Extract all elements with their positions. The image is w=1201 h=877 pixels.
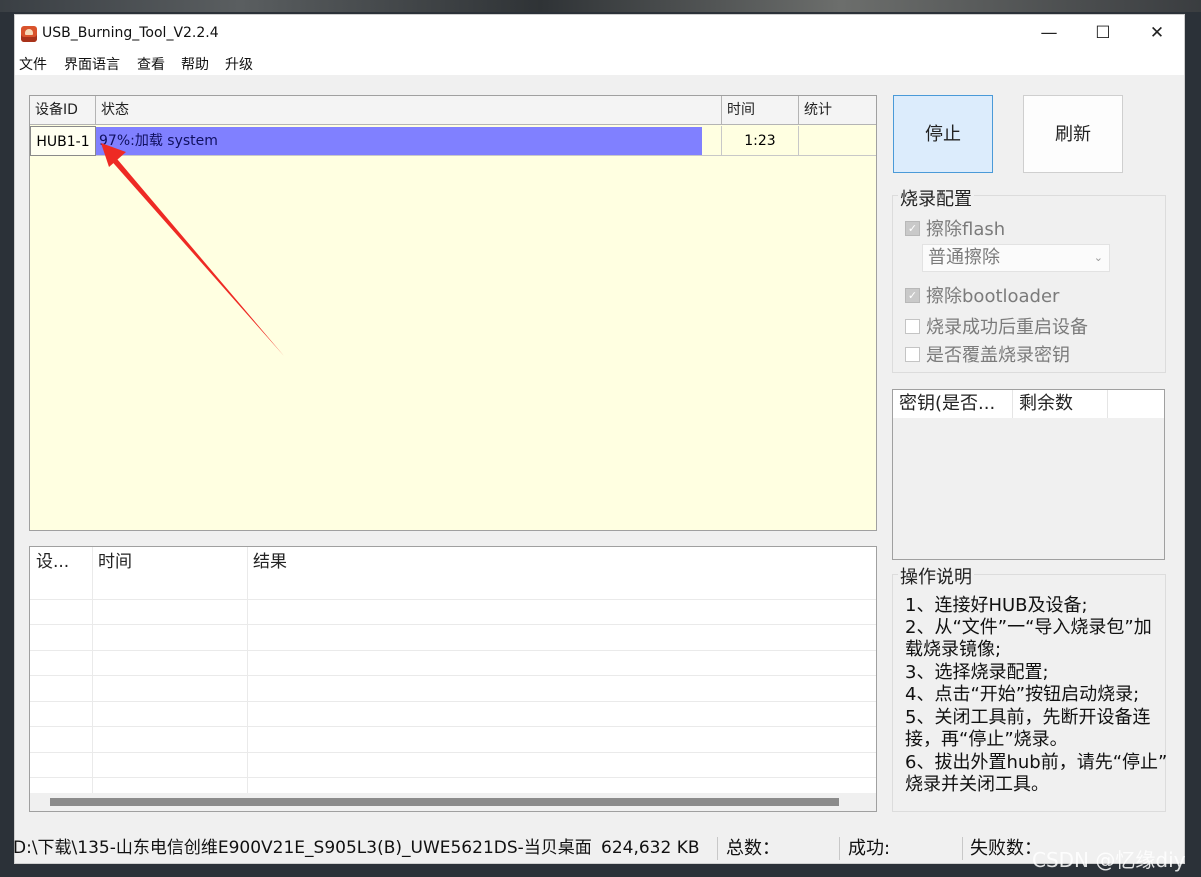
- scrollbar-thumb[interactable]: [50, 798, 839, 806]
- log-row-line: [30, 726, 876, 727]
- log-divider: [92, 547, 93, 795]
- overwrite-key-option[interactable]: 是否覆盖烧录密钥: [905, 341, 1070, 366]
- instruction-line: 烧录并关闭工具。: [905, 774, 1049, 795]
- log-divider: [247, 547, 248, 795]
- menu-view[interactable]: 查看: [137, 54, 165, 74]
- erase-bootloader-option[interactable]: ✓ 擦除bootloader: [905, 282, 1060, 307]
- refresh-button[interactable]: 刷新: [1023, 95, 1123, 173]
- device-grid[interactable]: 设备ID 状态 时间 统计 HUB1-1 97%:加载 system 1:23: [29, 95, 877, 531]
- log-row-line: [30, 777, 876, 778]
- watermark: CSDN @忆缘diy: [1032, 848, 1186, 872]
- log-row-line: [30, 599, 876, 600]
- log-grid[interactable]: 设... 时间 结果: [29, 546, 877, 812]
- close-icon[interactable]: ✕: [1130, 15, 1184, 51]
- log-col-device[interactable]: 设...: [30, 547, 92, 577]
- menu-help[interactable]: 帮助: [181, 54, 209, 74]
- overwrite-key-label: 是否覆盖烧录密钥: [926, 345, 1070, 366]
- app-window: USB_Burning_Tool_V2.2.4 — ☐ ✕ 文件 界面语言 查看…: [13, 14, 1185, 864]
- erase-bootloader-label: 擦除bootloader: [926, 286, 1060, 307]
- maximize-icon[interactable]: ☐: [1076, 15, 1130, 51]
- status-file-size: 624,632 KB: [601, 838, 700, 858]
- log-row-line: [30, 624, 876, 625]
- menu-file[interactable]: 文件: [19, 54, 47, 74]
- window-title: USB_Burning_Tool_V2.2.4: [42, 25, 219, 41]
- log-col-time[interactable]: 时间: [92, 547, 247, 577]
- status-separator: [962, 837, 963, 860]
- key-col-remaining[interactable]: 剩余数: [1013, 390, 1108, 418]
- menu-upgrade[interactable]: 升级: [225, 54, 253, 74]
- status-separator: [839, 837, 840, 860]
- menu-language[interactable]: 界面语言: [64, 54, 120, 74]
- status-bar: D:\下载\135-山东电信创维E900V21E_S905L3(B)_UWE56…: [13, 835, 1184, 862]
- key-col-key[interactable]: 密钥(是否...: [893, 390, 1013, 418]
- log-row-line: [30, 650, 876, 651]
- status-file-path: D:\下载\135-山东电信创维E900V21E_S905L3(B)_UWE56…: [13, 838, 592, 858]
- erase-mode-value: 普通擦除: [928, 247, 1000, 268]
- erase-mode-select[interactable]: 普通擦除 ⌄: [922, 244, 1110, 272]
- reboot-after-checkbox[interactable]: [905, 318, 920, 334]
- menu-bar: 文件 界面语言 查看 帮助 升级: [15, 51, 1184, 75]
- title-bar: USB_Burning_Tool_V2.2.4 — ☐ ✕: [15, 15, 1184, 51]
- reboot-after-label: 烧录成功后重启设备: [926, 317, 1088, 338]
- chevron-down-icon: ⌄: [1093, 251, 1103, 264]
- burn-config-title: 烧录配置: [898, 185, 974, 211]
- status-separator: [717, 837, 718, 860]
- status-success: 成功:: [848, 838, 891, 859]
- log-row-line: [30, 701, 876, 702]
- log-col-result[interactable]: 结果: [247, 547, 647, 577]
- status-total: 总数：: [726, 838, 780, 859]
- minimize-icon[interactable]: —: [1022, 15, 1076, 51]
- horizontal-scrollbar[interactable]: [30, 793, 876, 811]
- stop-button[interactable]: 停止: [893, 95, 993, 173]
- erase-bootloader-checkbox[interactable]: ✓: [905, 287, 920, 303]
- desktop-background: [0, 0, 1201, 12]
- erase-flash-checkbox[interactable]: ✓: [905, 220, 920, 236]
- reboot-after-option[interactable]: 烧录成功后重启设备: [905, 313, 1088, 338]
- instructions-title: 操作说明: [898, 563, 974, 589]
- log-row-line: [30, 752, 876, 753]
- key-col-empty: [1108, 390, 1164, 418]
- erase-flash-option[interactable]: ✓ 擦除flash: [905, 215, 1006, 240]
- annotation-arrow: [101, 143, 284, 356]
- erase-flash-label: 擦除flash: [926, 219, 1006, 240]
- overwrite-key-checkbox[interactable]: [905, 346, 920, 362]
- log-row-line: [30, 675, 876, 676]
- app-icon: [21, 26, 37, 42]
- key-list[interactable]: 密钥(是否... 剩余数: [892, 389, 1165, 560]
